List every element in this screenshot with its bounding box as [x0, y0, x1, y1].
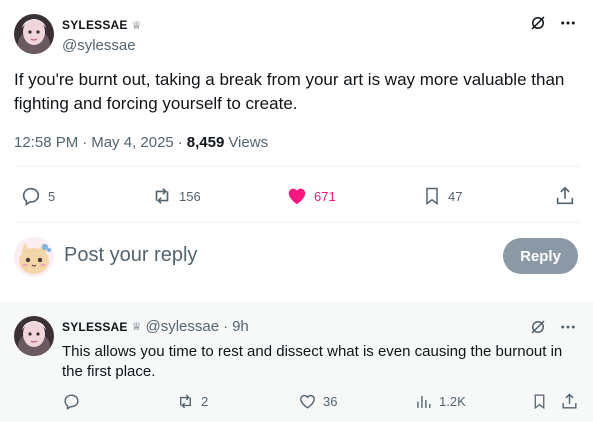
share-action-button[interactable]: [554, 185, 576, 207]
reply-top-actions: [529, 318, 577, 336]
reply-like-count: 36: [323, 394, 338, 409]
views-label: Views: [228, 134, 269, 151]
reply-author-name[interactable]: SYLESSAE: [62, 320, 128, 334]
heart-icon: [288, 188, 306, 205]
reply-age[interactable]: 9h: [232, 318, 249, 335]
divider: [14, 222, 579, 223]
reply-action-bar: 2 36 1.2K: [62, 392, 582, 412]
tweet-time[interactable]: 12:58 PM: [14, 134, 78, 151]
reply-input[interactable]: Post your reply: [64, 244, 197, 267]
reply-author-avatar[interactable]: [14, 316, 54, 356]
heart-outline-icon: [300, 394, 315, 409]
tweet-meta: 12:58 PM · May 4, 2025 · 8,459 Views: [14, 134, 268, 151]
reply-reply-button[interactable]: [62, 392, 81, 411]
like-action-button[interactable]: 671: [286, 185, 336, 207]
share-icon: [562, 393, 577, 409]
repost-count: 156: [179, 188, 201, 204]
author-name[interactable]: SYLESSAE ♕: [62, 18, 142, 32]
more-icon[interactable]: [559, 14, 577, 32]
author-avatar[interactable]: [14, 14, 54, 54]
reply-action-button[interactable]: 5: [20, 185, 55, 207]
share-icon: [556, 186, 574, 205]
reply-bookmark-button[interactable]: [531, 392, 548, 411]
tweet-date[interactable]: May 4, 2025: [91, 134, 174, 151]
grok-icon[interactable]: [529, 14, 547, 32]
reply-share-button[interactable]: [560, 392, 579, 411]
tweet-action-bar: 5 156 671 47: [14, 185, 579, 209]
repost-icon: [180, 394, 191, 409]
bookmark-icon: [426, 187, 438, 205]
reply-repost-button[interactable]: 2: [176, 392, 208, 411]
reply-repost-count: 2: [201, 394, 209, 409]
author-handle[interactable]: @sylessae: [62, 37, 136, 54]
divider: [14, 166, 579, 167]
reply-button[interactable]: Reply: [503, 238, 578, 274]
more-icon[interactable]: [559, 318, 577, 336]
tweet-text: If you're burnt out, taking a break from…: [14, 70, 565, 113]
meta-separator: ·: [223, 318, 229, 335]
views-icon: [417, 395, 431, 408]
reply-like-button[interactable]: 36: [298, 392, 337, 411]
reply-author-handle[interactable]: @sylessae: [146, 318, 220, 335]
reply-header: SYLESSAE ♕ @sylessae · 9h: [62, 318, 249, 335]
reply-text: This allows you time to rest and dissect…: [62, 343, 563, 380]
views-count[interactable]: 8,459: [187, 134, 225, 151]
bookmark-icon: [534, 394, 545, 410]
author-name-text[interactable]: SYLESSAE: [62, 18, 128, 32]
reply-icon: [64, 394, 79, 410]
reply-count: 5: [48, 188, 56, 204]
my-avatar[interactable]: [14, 237, 54, 277]
meta-separator: ·: [177, 134, 183, 151]
crown-icon: ♕: [131, 321, 142, 333]
repost-icon: [155, 188, 169, 204]
bookmark-count: 47: [448, 188, 463, 204]
repost-action-button[interactable]: 156: [151, 185, 201, 207]
reply-views-button[interactable]: 1.2K: [414, 392, 466, 411]
crown-icon: ♕: [131, 19, 142, 32]
reply-icon: [22, 187, 40, 206]
reply-views-count: 1.2K: [439, 394, 466, 409]
meta-separator: ·: [82, 134, 88, 151]
like-count: 671: [314, 188, 336, 204]
grok-icon[interactable]: [529, 318, 547, 336]
tweet-top-actions: [529, 14, 577, 32]
bookmark-action-button[interactable]: 47: [422, 185, 462, 207]
